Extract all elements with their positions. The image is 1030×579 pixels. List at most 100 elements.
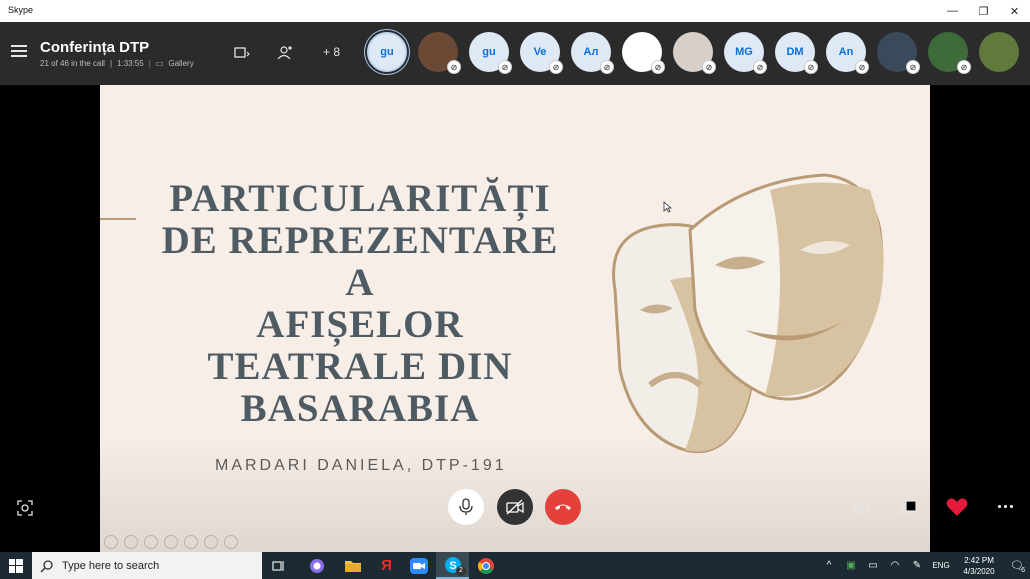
screenshot-icon[interactable]	[16, 499, 34, 517]
participant-avatar[interactable]: ⊘	[622, 32, 665, 74]
more-options-icon[interactable]	[998, 505, 1013, 508]
slide-tool-icon[interactable]	[104, 535, 118, 549]
yandex-browser-icon[interactable]: Я	[370, 552, 403, 579]
slide-author: MARDARI DANIELA, DTP-191	[215, 457, 507, 474]
participant-initials: DM	[786, 46, 804, 58]
call-title: Conferința DTP	[40, 39, 150, 56]
video-stage: PARTICULARITĂȚI DE REPREZENTARE A AFIȘEL…	[0, 85, 1030, 552]
participant-initials: An	[838, 46, 854, 58]
yandex-glyph: Я	[381, 557, 392, 574]
participant-avatar[interactable]: ⊘	[673, 32, 716, 74]
chat-icon[interactable]	[852, 499, 870, 517]
participant-avatar[interactable]: MG ⊘	[724, 32, 767, 74]
share-screen-icon[interactable]	[900, 499, 918, 517]
slide-tool-icon[interactable]	[164, 535, 178, 549]
wifi-icon[interactable]: ◠	[884, 560, 906, 571]
participant-initials: gu	[380, 46, 394, 58]
clock-date: 4/3/2020	[963, 566, 995, 576]
zoom-app-icon[interactable]	[402, 552, 435, 579]
muted-icon: ⊘	[549, 60, 563, 74]
slide-title-line: BASARABIA	[240, 387, 480, 430]
participant-avatar[interactable]: ⊘	[877, 32, 920, 74]
participant-initials: gu	[482, 46, 496, 58]
muted-icon: ⊘	[957, 60, 971, 74]
slide-tool-icon[interactable]	[184, 535, 198, 549]
participant-avatar[interactable]: ⊘	[418, 32, 461, 74]
shared-slide: PARTICULARITĂȚI DE REPREZENTARE A AFIȘEL…	[100, 85, 930, 552]
end-call-button[interactable]	[545, 489, 581, 525]
action-center-icon[interactable]: 🗨 6	[1004, 559, 1030, 574]
extra-participants-button[interactable]: + 8	[323, 45, 340, 59]
cortana-icon[interactable]	[300, 552, 333, 579]
slide-title-line: AFIȘELOR	[256, 303, 464, 346]
participant-avatar[interactable]: gu	[367, 32, 407, 72]
slide-title-line: TEATRALE DIN	[207, 345, 513, 388]
divider: |	[148, 59, 151, 68]
restore-button[interactable]: ❐	[968, 0, 999, 22]
muted-icon: ⊘	[651, 60, 665, 74]
participant-avatar[interactable]: An ⊘	[826, 32, 869, 74]
call-subtitle: 21 of 46 in the call | 1:33:55 | ▭ Galle…	[40, 59, 194, 68]
accent-line	[100, 218, 136, 220]
participant-avatar[interactable]	[979, 32, 1019, 72]
app-title: Skype	[8, 5, 34, 15]
view-mode[interactable]: Gallery	[168, 59, 193, 68]
participant-avatar[interactable]: DM ⊘	[775, 32, 818, 74]
system-tray: ^ ▣ ▭ ◠ ✎ ENG 2:42 PM 4/3/2020 🗨 6	[818, 552, 1030, 579]
search-icon	[40, 559, 53, 573]
muted-icon: ⊘	[906, 60, 920, 74]
menu-icon[interactable]	[11, 45, 27, 58]
battery-icon[interactable]: ▭	[862, 560, 884, 571]
tray-overflow-icon[interactable]: ^	[818, 560, 840, 571]
microphone-button[interactable]	[448, 489, 484, 525]
muted-icon: ⊘	[855, 60, 869, 74]
taskbar-search[interactable]: Type here to search	[32, 552, 262, 579]
slide-title-line: PARTICULARITĂȚI	[169, 177, 551, 220]
clock[interactable]: 2:42 PM 4/3/2020	[954, 555, 1004, 577]
participant-avatar[interactable]: Ve ⊘	[520, 32, 563, 74]
window-titlebar: Skype — ❐ ✕	[0, 0, 1030, 22]
minimize-button[interactable]: —	[937, 0, 968, 22]
layout-switch-icon[interactable]	[232, 44, 250, 62]
slide-toolbar	[104, 535, 238, 549]
slide-title-line: A	[345, 261, 375, 304]
clock-time: 2:42 PM	[964, 555, 994, 565]
tray-app-icon[interactable]: ▣	[840, 560, 862, 571]
theatre-masks-image	[612, 173, 884, 454]
participant-avatar[interactable]: ⊘	[928, 32, 971, 74]
gallery-icon[interactable]: ▭	[156, 59, 164, 68]
participants-info: 21 of 46 in the call	[40, 59, 105, 68]
slide-tool-icon[interactable]	[124, 535, 138, 549]
file-explorer-icon[interactable]	[336, 552, 369, 579]
pen-icon[interactable]: ✎	[906, 560, 928, 571]
participant-avatar[interactable]: Ал ⊘	[571, 32, 614, 74]
slide-tool-icon[interactable]	[144, 535, 158, 549]
call-header: Conferința DTP 21 of 46 in the call | 1:…	[0, 22, 1030, 85]
window-controls: — ❐ ✕	[937, 0, 1030, 22]
heart-reaction-icon[interactable]	[946, 497, 968, 517]
notification-count: 6	[1021, 567, 1025, 574]
participant-avatar[interactable]: gu ⊘	[469, 32, 512, 74]
participant-initials: MG	[735, 46, 753, 58]
camera-button[interactable]	[497, 489, 533, 525]
slide-title-line: DE REPREZENTARE	[161, 219, 559, 262]
slide-tool-icon[interactable]	[224, 535, 238, 549]
language-indicator[interactable]: ENG	[928, 561, 954, 570]
slide-tool-icon[interactable]	[204, 535, 218, 549]
windows-start-icon[interactable]	[0, 552, 32, 579]
skype-badge: 2	[456, 566, 466, 576]
call-duration: 1:33:55	[117, 59, 144, 68]
skype-taskbar-icon[interactable]: S 2	[436, 552, 469, 579]
close-button[interactable]: ✕	[999, 0, 1030, 22]
muted-icon: ⊘	[753, 60, 767, 74]
muted-icon: ⊘	[498, 60, 512, 74]
muted-icon: ⊘	[702, 60, 716, 74]
slide-title: PARTICULARITĂȚI DE REPREZENTARE A AFIȘEL…	[150, 178, 570, 430]
add-people-icon[interactable]	[276, 44, 294, 62]
microphone-icon	[459, 498, 473, 515]
hang-up-icon	[555, 504, 571, 510]
windows-taskbar: Type here to search Я S 2 ^ ▣ ▭ ◠ ✎ ENG …	[0, 552, 1030, 579]
task-view-icon[interactable]	[262, 552, 295, 579]
muted-icon: ⊘	[600, 60, 614, 74]
chrome-icon[interactable]	[469, 552, 502, 579]
